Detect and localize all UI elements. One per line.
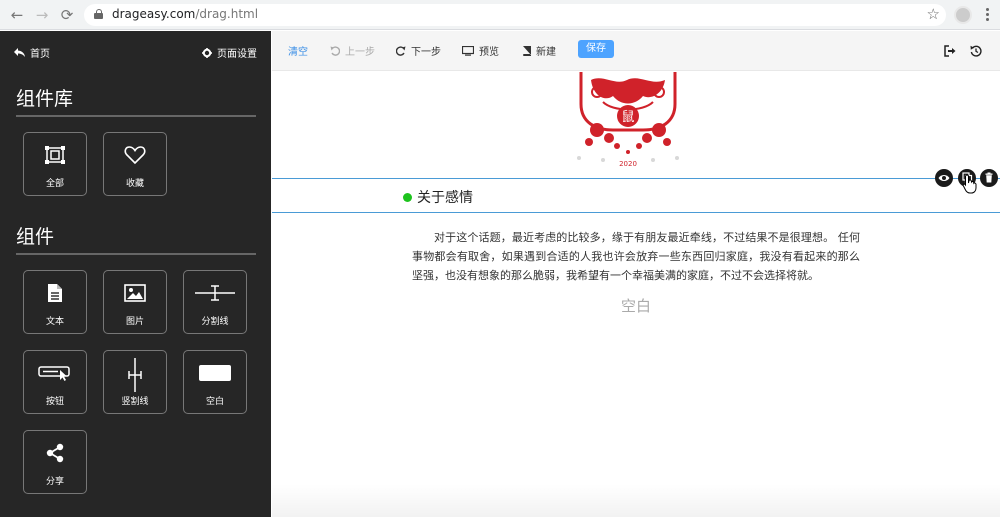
sign-out-icon[interactable] [944, 42, 958, 57]
component-tile-vertical-divider[interactable]: 竖割线 [103, 350, 167, 414]
lock-icon [94, 9, 103, 19]
section-heading[interactable]: 关于感情 [403, 187, 473, 207]
preview-button[interactable]: 预览 [462, 43, 499, 58]
back-arrow-icon[interactable]: ← [8, 6, 26, 24]
components-title: 组件 [16, 226, 55, 248]
undo-icon [330, 45, 340, 56]
share-icon [24, 441, 86, 465]
gear-icon [202, 47, 212, 58]
component-tile-share[interactable]: 分享 [23, 430, 87, 494]
divider-icon [184, 281, 246, 305]
vertical-divider-icon [104, 357, 166, 393]
heart-icon [104, 143, 166, 167]
papercut-character: 鼠 [621, 110, 634, 125]
page-settings-link[interactable]: 页面设置 [202, 45, 257, 60]
library-tile-favorites[interactable]: 收藏 [103, 132, 167, 196]
home-link[interactable]: 首页 [14, 45, 50, 60]
blank-placeholder[interactable]: 空白 [272, 295, 1000, 316]
reload-icon[interactable]: ⟳ [58, 6, 76, 24]
hand-cursor-icon [962, 174, 977, 194]
clear-button[interactable]: 清空 [288, 43, 308, 58]
components-divider [16, 253, 256, 255]
component-tile-image[interactable]: 图片 [103, 270, 167, 334]
status-dot-icon [403, 192, 412, 202]
undo-button[interactable]: 上一步 [330, 43, 375, 58]
selection-border-bottom [272, 212, 1000, 213]
profile-avatar[interactable] [954, 6, 972, 24]
button-icon [24, 361, 86, 385]
selection-border-top [272, 178, 1000, 179]
library-title: 组件库 [16, 88, 74, 110]
editor-toolbar: 清空 上一步 下一步 预览 新建 保存 [272, 31, 1000, 71]
book-icon [523, 45, 531, 56]
component-tile-blank[interactable]: 空白 [183, 350, 247, 414]
section-paragraph[interactable]: 对于这个话题，最近考虑的比较多，缘于有朋友最近牵线，不过结果不是很理想。 任何事… [412, 228, 860, 285]
forward-arrow-icon[interactable]: → [33, 6, 51, 24]
component-tile-button[interactable]: 按钮 [23, 350, 87, 414]
image-icon [104, 281, 166, 305]
bookmark-star-icon[interactable]: ☆ [927, 5, 940, 23]
redo-icon [396, 45, 406, 56]
document-icon [24, 281, 86, 305]
canvas-bottom-area [272, 484, 1000, 517]
select-all-icon [24, 143, 86, 167]
component-tile-text[interactable]: 文本 [23, 270, 87, 334]
browser-toolbar: ← → ⟳ drageasy.com/drag.html ☆ [0, 0, 1000, 30]
trash-icon[interactable] [980, 169, 998, 187]
preview-eye-icon[interactable] [935, 169, 953, 187]
component-tile-divider[interactable]: 分割线 [183, 270, 247, 334]
browser-menu-icon[interactable] [982, 6, 992, 24]
new-button[interactable]: 新建 [522, 43, 556, 58]
url-text: drageasy.com/drag.html [112, 7, 259, 21]
library-tile-all[interactable]: 全部 [23, 132, 87, 196]
papercut-year: 2020 [619, 160, 637, 168]
monitor-icon [462, 45, 474, 56]
editor-canvas[interactable]: 鼠 2020 关于感情 对于这个话题，最近考虑的比较多，缘于有朋友最近牵线，不过… [272, 72, 1000, 517]
library-divider [16, 115, 256, 117]
redo-button[interactable]: 下一步 [396, 43, 441, 58]
save-button[interactable]: 保存 [578, 40, 614, 58]
component-sidebar: 首页 页面设置 组件库 全部 收藏 组件 文本 图片 分割线 按钮 竖割线 空白… [0, 31, 271, 517]
back-reply-icon [14, 48, 25, 57]
address-bar[interactable]: drageasy.com/drag.html [84, 4, 946, 26]
history-icon[interactable] [970, 42, 984, 57]
blank-icon [184, 361, 246, 385]
rat-papercut-image: 鼠 2020 [577, 72, 679, 168]
